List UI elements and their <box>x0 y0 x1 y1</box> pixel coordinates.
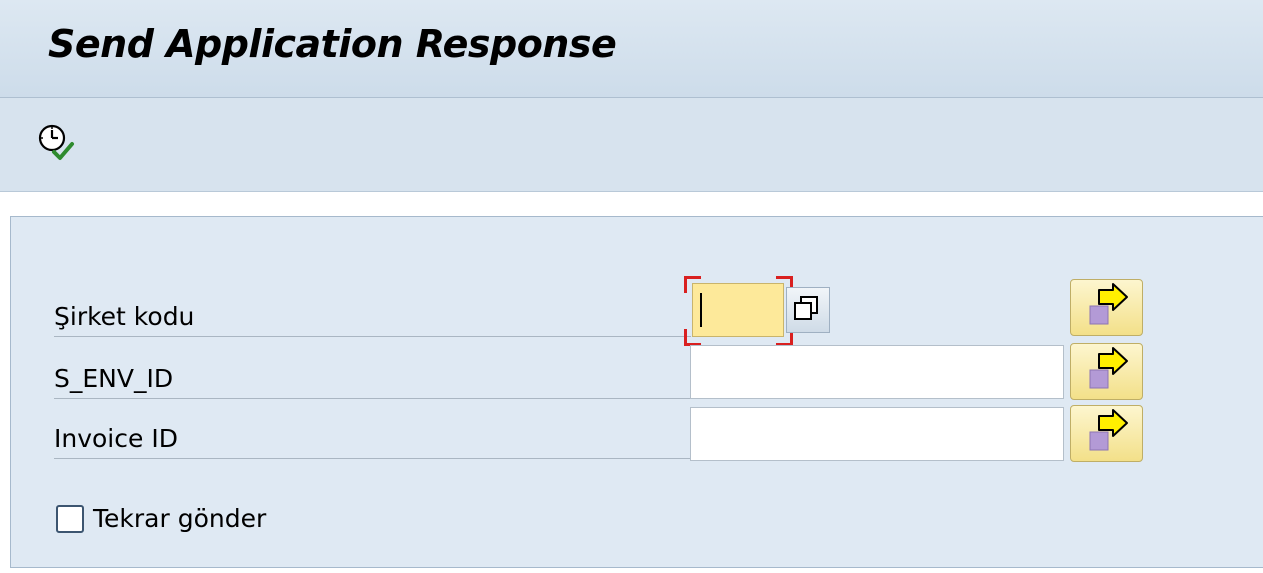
selection-screen: Şirket kodu S_ENV_ID Invoice ID Tekrar g… <box>0 192 1263 573</box>
clock-execute-icon <box>38 124 74 160</box>
execute-button[interactable] <box>34 120 78 164</box>
arrow-right-icon <box>1089 347 1128 389</box>
focus-corner-tl <box>684 276 701 293</box>
page-title: Send Application Response <box>48 22 617 66</box>
arrow-right-icon <box>1089 409 1128 451</box>
multiple-selection-button-company-code[interactable] <box>1070 279 1143 336</box>
selection-frame: Şirket kodu S_ENV_ID Invoice ID Tekrar g… <box>10 216 1263 568</box>
multiple-selection-button-invoice-id[interactable] <box>1070 405 1143 462</box>
company-code-label: Şirket kodu <box>54 297 691 337</box>
application-toolbar <box>0 98 1263 192</box>
envelope-id-input[interactable] <box>690 345 1064 399</box>
focus-corner-bl <box>684 329 701 346</box>
company-code-input[interactable] <box>692 283 784 337</box>
resend-checkbox[interactable] <box>56 505 84 533</box>
multiple-selection-button-envelope-id[interactable] <box>1070 343 1143 400</box>
resend-checkbox-label[interactable]: Tekrar gönder <box>93 499 266 539</box>
title-bar: Send Application Response <box>0 0 1263 98</box>
arrow-right-icon <box>1089 283 1128 325</box>
copy-icon <box>794 296 818 320</box>
invoice-id-label: Invoice ID <box>54 419 691 459</box>
value-help-button[interactable] <box>786 287 830 333</box>
text-cursor <box>700 293 702 327</box>
invoice-id-input[interactable] <box>690 407 1064 461</box>
envelope-id-label: S_ENV_ID <box>54 359 691 399</box>
